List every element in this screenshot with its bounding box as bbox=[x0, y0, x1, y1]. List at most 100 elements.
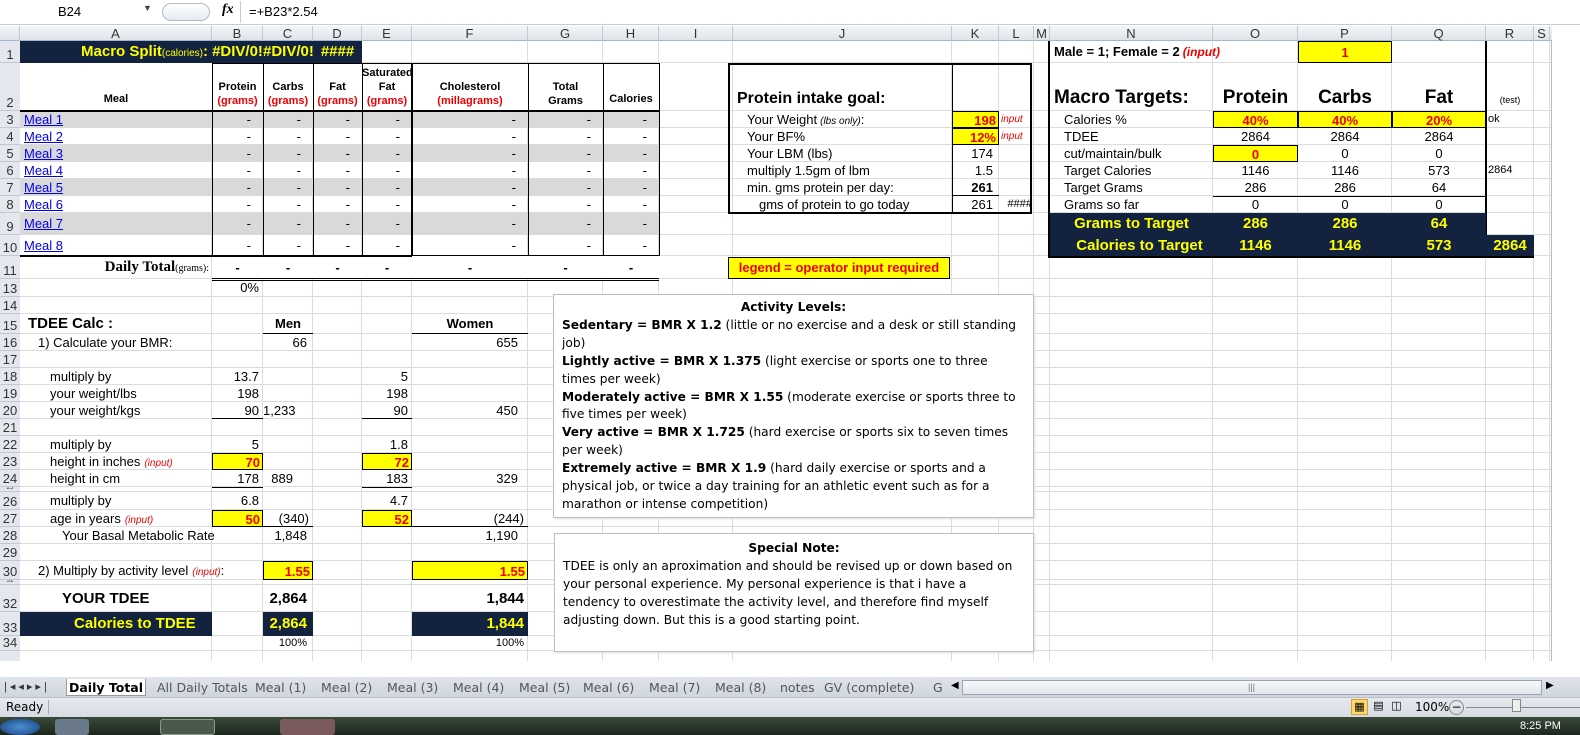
formula-bar-expander[interactable] bbox=[162, 3, 210, 21]
column-header-h[interactable]: H bbox=[603, 26, 659, 41]
men-age-mult[interactable]: 6.8 bbox=[212, 492, 263, 510]
page-break-icon[interactable]: ◫ bbox=[1389, 699, 1404, 715]
protein-goal-mult[interactable]: 1.5 bbox=[952, 162, 999, 179]
macro-value[interactable]: 20% bbox=[1392, 111, 1486, 128]
scroll-left-icon[interactable]: ◀ bbox=[951, 680, 959, 691]
men-tdee[interactable]: 2,864 bbox=[263, 585, 313, 612]
women-height-input[interactable]: 72 bbox=[362, 453, 412, 470]
sheet-tab[interactable]: Meal (3) bbox=[385, 679, 440, 696]
meal-value[interactable]: - bbox=[212, 162, 263, 179]
meal-value[interactable]: - bbox=[212, 235, 263, 256]
ie-taskbar-icon[interactable] bbox=[55, 719, 89, 735]
men-bmr[interactable]: 1,848 bbox=[263, 527, 313, 544]
row-header-17[interactable]: 17 bbox=[0, 351, 20, 368]
meal-value[interactable]: - bbox=[603, 128, 659, 145]
macro-value[interactable]: 0 bbox=[1213, 145, 1298, 162]
meal-value[interactable]: - bbox=[412, 111, 528, 128]
meal-value[interactable]: - bbox=[528, 145, 603, 162]
column-header-s[interactable]: S bbox=[1534, 26, 1550, 41]
tab-scroll-arrows-icon[interactable]: |◂◂▸▸| bbox=[4, 680, 50, 693]
zoom-slider-thumb[interactable] bbox=[1512, 699, 1521, 712]
meal-link[interactable]: Meal 3 bbox=[20, 145, 212, 162]
zoom-slider[interactable] bbox=[1466, 707, 1580, 708]
row-header-26[interactable]: 26 bbox=[0, 492, 20, 510]
meal-value[interactable]: - bbox=[528, 179, 603, 196]
row-header-27[interactable]: 27 bbox=[0, 510, 20, 527]
row-header-32[interactable]: 32 bbox=[0, 585, 20, 612]
row-header-5[interactable]: 5 bbox=[0, 145, 20, 162]
macro-split-fat[interactable]: #### bbox=[313, 41, 362, 63]
meal-value[interactable]: - bbox=[313, 235, 362, 256]
meal-value[interactable]: - bbox=[603, 145, 659, 162]
protein-goal-min[interactable]: 261 bbox=[952, 179, 999, 196]
meal-value[interactable]: - bbox=[263, 162, 313, 179]
meal-value[interactable]: - bbox=[528, 162, 603, 179]
women-bmr[interactable]: 1,190 bbox=[412, 527, 528, 544]
meal-value[interactable]: - bbox=[603, 235, 659, 256]
meal-value[interactable]: - bbox=[313, 196, 362, 213]
macro-value[interactable]: 2864 bbox=[1298, 128, 1392, 145]
meal-value[interactable]: - bbox=[263, 128, 313, 145]
macro-value[interactable]: 0 bbox=[1392, 145, 1486, 162]
column-header-l[interactable]: L bbox=[999, 26, 1034, 41]
meal-value[interactable]: - bbox=[362, 111, 412, 128]
insert-function-icon[interactable]: fx bbox=[222, 2, 234, 18]
sheet-tab[interactable]: Daily Total bbox=[66, 679, 147, 696]
row-header-22[interactable]: 22 bbox=[0, 436, 20, 453]
header-total-grams[interactable]: Total Grams bbox=[528, 63, 603, 111]
meal-value[interactable]: - bbox=[313, 179, 362, 196]
macro-value[interactable]: 573 bbox=[1392, 162, 1486, 179]
row-header-14[interactable]: 14 bbox=[0, 297, 20, 314]
men-height-result[interactable]: 889 bbox=[263, 470, 313, 487]
column-header-b[interactable]: B bbox=[212, 26, 263, 41]
daily-total-value[interactable]: - bbox=[603, 256, 659, 279]
macro-value[interactable]: 2864 bbox=[1213, 128, 1298, 145]
column-header-r[interactable]: R bbox=[1486, 26, 1534, 41]
men-weight-value[interactable]: 198 bbox=[212, 385, 263, 402]
women-weight-value[interactable]: 5 bbox=[362, 368, 412, 385]
women-height-result[interactable]: 329 bbox=[412, 470, 528, 487]
meal-value[interactable]: - bbox=[412, 145, 528, 162]
meal-value[interactable]: - bbox=[263, 179, 313, 196]
women-tdee[interactable]: 1,844 bbox=[412, 585, 528, 612]
header-protein[interactable]: Protein (grams) bbox=[212, 63, 263, 111]
column-header-d[interactable]: D bbox=[313, 26, 362, 41]
special-note-textbox[interactable]: Special Note: TDEE is only an aproximatio… bbox=[554, 533, 1034, 652]
column-header-i[interactable]: I bbox=[659, 26, 733, 41]
men-weight-result[interactable]: 1,233 bbox=[263, 402, 313, 419]
meal-value[interactable]: - bbox=[362, 145, 412, 162]
macro-value[interactable]: 0 bbox=[1392, 196, 1486, 213]
column-header-q[interactable]: Q bbox=[1392, 26, 1486, 41]
column-header-k[interactable]: K bbox=[952, 26, 999, 41]
row-header-11[interactable]: 11 bbox=[0, 256, 20, 279]
macro-value[interactable]: 1146 bbox=[1298, 162, 1392, 179]
meal-value[interactable]: - bbox=[603, 179, 659, 196]
meal-value[interactable]: - bbox=[263, 235, 313, 256]
column-header-j[interactable]: J bbox=[733, 26, 952, 41]
column-header-e[interactable]: E bbox=[362, 26, 412, 41]
meal-value[interactable]: - bbox=[313, 111, 362, 128]
row-header-2[interactable]: 2 bbox=[0, 63, 20, 111]
row-header-18[interactable]: 18 bbox=[0, 368, 20, 385]
meal-value[interactable]: - bbox=[528, 111, 603, 128]
meal-value[interactable]: - bbox=[212, 111, 263, 128]
meal-value[interactable]: - bbox=[603, 213, 659, 235]
column-header-f[interactable]: F bbox=[412, 26, 528, 41]
meal-value[interactable]: - bbox=[362, 235, 412, 256]
sheet-tab[interactable]: All Daily Totals bbox=[155, 679, 250, 696]
daily-total-label[interactable]: Daily Total(grams): bbox=[20, 256, 212, 279]
row-header-21[interactable]: 21 bbox=[0, 419, 20, 436]
header-calories[interactable]: Calories bbox=[603, 63, 659, 111]
row-header-19[interactable]: 19 bbox=[0, 385, 20, 402]
app-taskbar-icon[interactable] bbox=[280, 719, 335, 735]
protein-goal-bf[interactable]: 12% bbox=[952, 128, 999, 145]
protein-goal-weight[interactable]: 198 bbox=[952, 111, 999, 128]
women-calories-to-tdee[interactable]: 1,844 bbox=[412, 612, 528, 636]
page-layout-icon[interactable]: ▤ bbox=[1371, 699, 1386, 715]
meal-link[interactable]: Meal 8 bbox=[20, 235, 212, 256]
row-header-1[interactable]: 1 bbox=[0, 41, 20, 63]
meal-value[interactable]: - bbox=[263, 111, 313, 128]
meal-value[interactable]: - bbox=[313, 145, 362, 162]
header-meal[interactable]: Meal bbox=[20, 63, 212, 111]
macro-value[interactable]: 0 bbox=[1298, 196, 1392, 213]
